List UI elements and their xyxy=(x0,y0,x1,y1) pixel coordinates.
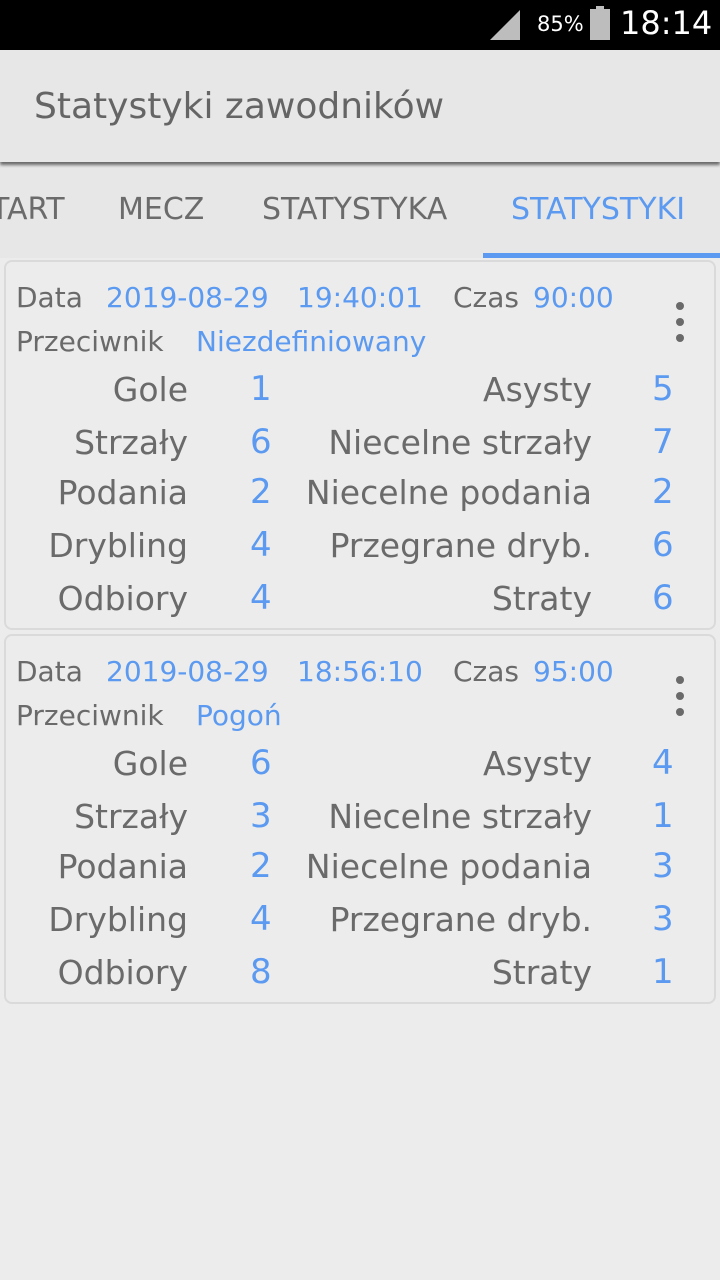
app-title: Statystyki zawodników xyxy=(34,86,445,127)
missed-passes-label: Niecelne podania xyxy=(305,473,592,512)
shots-label: Strzały xyxy=(74,797,188,836)
goals-value: 1 xyxy=(250,369,272,409)
more-options-icon[interactable] xyxy=(668,676,692,724)
more-options-icon[interactable] xyxy=(668,302,692,350)
status-time: 18:14 xyxy=(620,4,713,42)
assists-label: Asysty xyxy=(483,370,592,409)
duration-label: Czas xyxy=(453,655,519,688)
passes-label: Podania xyxy=(57,847,188,886)
date-label: Data xyxy=(16,655,83,688)
match-duration: 95:00 xyxy=(533,655,614,688)
dribbling-label: Drybling xyxy=(48,526,188,565)
losses-value: 1 xyxy=(652,952,674,992)
lost-dribbles-value: 6 xyxy=(652,525,674,565)
assists-label: Asysty xyxy=(483,744,592,783)
date-label: Data xyxy=(16,281,83,314)
tackles-value: 4 xyxy=(250,578,272,618)
tab-statystyki[interactable]: STATYSTYKI xyxy=(511,192,685,227)
signal-icon xyxy=(490,10,520,40)
shots-value: 3 xyxy=(250,796,272,836)
missed-passes-label: Niecelne podania xyxy=(305,847,592,886)
battery-icon xyxy=(590,6,610,40)
tackles-label: Odbiory xyxy=(57,579,188,618)
passes-label: Podania xyxy=(57,473,188,512)
lost-dribbles-value: 3 xyxy=(652,899,674,939)
opponent-label: Przeciwnik xyxy=(16,699,164,732)
missed-shots-label: Niecelne strzały xyxy=(328,797,592,836)
battery-percent: 85% xyxy=(537,12,584,36)
opponent-label: Przeciwnik xyxy=(16,325,164,358)
losses-value: 6 xyxy=(652,578,674,618)
tackles-value: 8 xyxy=(250,952,272,992)
lost-dribbles-label: Przegrane dryb. xyxy=(329,900,592,939)
tab-start[interactable]: START xyxy=(0,192,65,227)
dribbling-label: Drybling xyxy=(48,900,188,939)
lost-dribbles-label: Przegrane dryb. xyxy=(329,526,592,565)
losses-label: Straty xyxy=(491,579,592,618)
match-card[interactable]: Data 2019-08-29 18:56:10 Czas 95:00 Prze… xyxy=(4,634,716,1004)
tab-bar: START MECZ STATYSTYKA STATYSTYKI xyxy=(0,162,720,258)
shots-label: Strzały xyxy=(74,423,188,462)
duration-label: Czas xyxy=(453,281,519,314)
goals-label: Gole xyxy=(112,370,188,409)
missed-shots-value: 1 xyxy=(652,796,674,836)
dribbling-value: 4 xyxy=(250,899,272,939)
missed-passes-value: 3 xyxy=(652,846,674,886)
goals-label: Gole xyxy=(112,744,188,783)
tackles-label: Odbiory xyxy=(57,953,188,992)
app-bar: Statystyki zawodników xyxy=(0,50,720,162)
match-opponent: Niezdefiniowany xyxy=(196,325,427,358)
match-duration: 90:00 xyxy=(533,281,614,314)
match-opponent: Pogoń xyxy=(196,699,282,732)
match-clock: 19:40:01 xyxy=(297,281,423,314)
assists-value: 4 xyxy=(652,743,674,783)
losses-label: Straty xyxy=(491,953,592,992)
assists-value: 5 xyxy=(652,369,674,409)
tab-mecz[interactable]: MECZ xyxy=(118,192,204,227)
status-bar: 85% 18:14 xyxy=(0,0,720,50)
passes-value: 2 xyxy=(250,472,272,512)
goals-value: 6 xyxy=(250,743,272,783)
tab-statystyka[interactable]: STATYSTYKA xyxy=(262,192,447,227)
shots-value: 6 xyxy=(250,422,272,462)
passes-value: 2 xyxy=(250,846,272,886)
missed-passes-value: 2 xyxy=(652,472,674,512)
match-card[interactable]: Data 2019-08-29 19:40:01 Czas 90:00 Prze… xyxy=(4,260,716,630)
match-date: 2019-08-29 xyxy=(106,655,269,688)
match-clock: 18:56:10 xyxy=(297,655,423,688)
match-date: 2019-08-29 xyxy=(106,281,269,314)
active-tab-indicator xyxy=(483,253,720,258)
dribbling-value: 4 xyxy=(250,525,272,565)
missed-shots-value: 7 xyxy=(652,422,674,462)
missed-shots-label: Niecelne strzały xyxy=(328,423,592,462)
